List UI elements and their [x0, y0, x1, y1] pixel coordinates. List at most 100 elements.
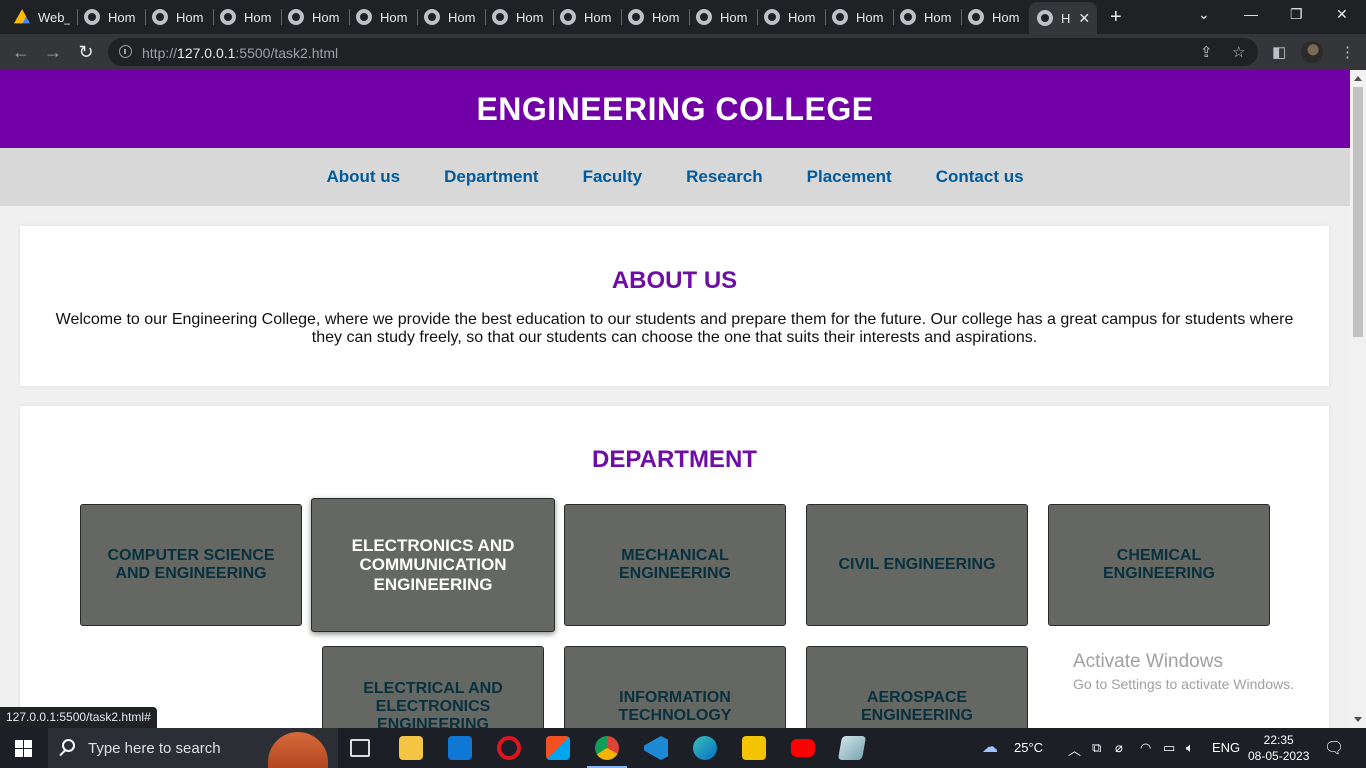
- tab-search-icon[interactable]: ⌄: [1198, 6, 1210, 23]
- tab-home[interactable]: Hom: [152, 3, 208, 31]
- new-tab-button[interactable]: +: [1110, 6, 1122, 29]
- tab-home[interactable]: Hom: [84, 3, 140, 31]
- tab-home[interactable]: Hom: [900, 3, 956, 31]
- weather-temp[interactable]: 25°C: [1014, 740, 1043, 755]
- close-window-icon[interactable]: ✕: [1336, 6, 1348, 23]
- mail-icon[interactable]: [448, 736, 472, 760]
- task-view-icon[interactable]: [350, 739, 370, 757]
- nav-placement[interactable]: Placement: [807, 167, 892, 187]
- tab-title: Hom: [652, 9, 680, 25]
- close-tab-icon[interactable]: ✕: [1078, 10, 1090, 27]
- tab-home[interactable]: Hom: [492, 3, 548, 31]
- tab-home[interactable]: Hom: [628, 3, 684, 31]
- nav-contact-us[interactable]: Contact us: [936, 167, 1024, 187]
- department-heading: DEPARTMENT: [592, 446, 757, 473]
- activate-windows-subtitle: Go to Settings to activate Windows.: [1073, 676, 1294, 692]
- tab-home[interactable]: Hom: [832, 3, 888, 31]
- scroll-down-icon[interactable]: [1354, 717, 1362, 722]
- nav-about-us[interactable]: About us: [326, 167, 400, 187]
- page-viewport: ENGINEERING COLLEGE About us Department …: [0, 70, 1350, 728]
- page-scrollbar[interactable]: [1350, 70, 1366, 728]
- weather-cloud-icon[interactable]: ☁: [982, 737, 998, 757]
- reload-icon[interactable]: ↻: [74, 40, 98, 64]
- taskbar-search[interactable]: Type here to search: [48, 728, 338, 768]
- globe-icon: [152, 9, 168, 25]
- restore-icon[interactable]: ❐: [1290, 6, 1303, 23]
- opera-icon[interactable]: [497, 736, 521, 760]
- tab-home[interactable]: Hom: [764, 3, 820, 31]
- nav-faculty[interactable]: Faculty: [583, 167, 643, 187]
- address-bar[interactable]: http://127.0.0.1:5500/task2.html: [108, 38, 1258, 66]
- windows-taskbar: Type here to search ☁ 25°C ︿ ⧉ ⌀ ◠ ▭ 🔈︎ …: [0, 728, 1366, 768]
- bookmark-star-icon[interactable]: ☆: [1232, 43, 1245, 61]
- dept-card-chemical[interactable]: CHEMICAL ENGINEERING: [1048, 504, 1270, 626]
- volume-icon[interactable]: 🔈︎: [1186, 740, 1194, 756]
- globe-icon: [492, 9, 508, 25]
- globe-icon: [696, 9, 712, 25]
- browser-tab-strip: Web_ Hom Hom Hom Hom Hom Hom Hom Hom Hom…: [0, 0, 1366, 34]
- store-icon[interactable]: [546, 736, 570, 760]
- nav-research[interactable]: Research: [686, 167, 763, 187]
- scrollbar-thumb[interactable]: [1353, 87, 1363, 337]
- dept-card-civil[interactable]: CIVIL ENGINEERING: [806, 504, 1028, 626]
- clock-time: 22:35: [1263, 733, 1294, 747]
- browser-toolbar: ← → ↻ http://127.0.0.1:5500/task2.html ⇪…: [0, 34, 1366, 70]
- search-icon: [62, 739, 75, 752]
- profile-avatar[interactable]: [1301, 41, 1323, 63]
- dept-card-it[interactable]: INFORMATION TECHNOLOGY: [564, 646, 786, 728]
- notes-app-icon[interactable]: [837, 736, 867, 760]
- search-placeholder: Type here to search: [88, 740, 221, 757]
- url-text[interactable]: http://127.0.0.1:5500/task2.html: [142, 45, 338, 61]
- edge-icon[interactable]: [693, 736, 717, 760]
- back-icon[interactable]: ←: [9, 40, 33, 64]
- globe-icon: [356, 9, 372, 25]
- tab-home[interactable]: Hom: [424, 3, 480, 31]
- youtube-icon[interactable]: [791, 739, 815, 757]
- battery-icon[interactable]: ▭: [1163, 740, 1175, 756]
- vscode-icon[interactable]: [644, 736, 668, 760]
- tab-home[interactable]: Hom: [356, 3, 412, 31]
- tab-home[interactable]: Hom: [560, 3, 616, 31]
- menu-icon[interactable]: ⋮: [1340, 43, 1355, 61]
- about-text: Welcome to our Engineering College, wher…: [55, 311, 1294, 346]
- tab-title: Hom: [448, 9, 476, 25]
- language-indicator[interactable]: ENG: [1212, 740, 1240, 755]
- tab-home[interactable]: Hom: [220, 3, 276, 31]
- dept-card-mechanical[interactable]: MECHANICAL ENGINEERING: [564, 504, 786, 626]
- globe-icon: [84, 9, 100, 25]
- side-panel-icon[interactable]: ◧: [1272, 43, 1286, 61]
- windows-start-icon[interactable]: [15, 740, 32, 757]
- chrome-icon[interactable]: [587, 736, 627, 768]
- tab-web[interactable]: Web_: [14, 3, 70, 31]
- dept-card-ece[interactable]: ELECTRONICS AND COMMUNICATION ENGINEERIN…: [311, 498, 555, 632]
- wifi-icon[interactable]: ◠: [1140, 740, 1151, 756]
- site-info-icon[interactable]: [119, 45, 132, 58]
- tab-title: Web_: [38, 9, 70, 25]
- dept-card-cse[interactable]: COMPUTER SCIENCE AND ENGINEERING: [80, 504, 302, 626]
- share-icon[interactable]: ⇪: [1200, 43, 1213, 61]
- tab-home[interactable]: Hom: [696, 3, 752, 31]
- tab-home[interactable]: Hom: [968, 3, 1024, 31]
- network-off-icon[interactable]: ⌀: [1115, 740, 1123, 756]
- nav-department[interactable]: Department: [444, 167, 538, 187]
- flipkart-icon[interactable]: [742, 736, 766, 760]
- dept-card-eee[interactable]: ELECTRICAL AND ELECTRONICS ENGINEERING: [322, 646, 544, 728]
- meet-now-icon[interactable]: ⧉: [1092, 740, 1101, 756]
- globe-icon: [968, 9, 984, 25]
- scroll-up-icon[interactable]: [1354, 76, 1362, 81]
- tab-title: Hom: [108, 9, 136, 25]
- tab-active[interactable]: H ✕: [1029, 2, 1097, 34]
- tab-home[interactable]: Hom: [288, 3, 344, 31]
- tab-title: Hom: [516, 9, 544, 25]
- globe-icon: [288, 9, 304, 25]
- tab-title: Hom: [176, 9, 204, 25]
- tray-chevron-icon[interactable]: ︿: [1068, 740, 1081, 759]
- globe-icon: [900, 9, 916, 25]
- taskbar-clock[interactable]: 22:35 08-05-2023: [1248, 732, 1309, 764]
- dept-card-aerospace[interactable]: AEROSPACE ENGINEERING: [806, 646, 1028, 728]
- tab-title: Hom: [720, 9, 748, 25]
- forward-icon[interactable]: →: [41, 40, 65, 64]
- notifications-icon[interactable]: 🗨︎: [1324, 738, 1344, 758]
- file-explorer-icon[interactable]: [399, 736, 423, 760]
- minimize-icon[interactable]: —: [1244, 6, 1258, 22]
